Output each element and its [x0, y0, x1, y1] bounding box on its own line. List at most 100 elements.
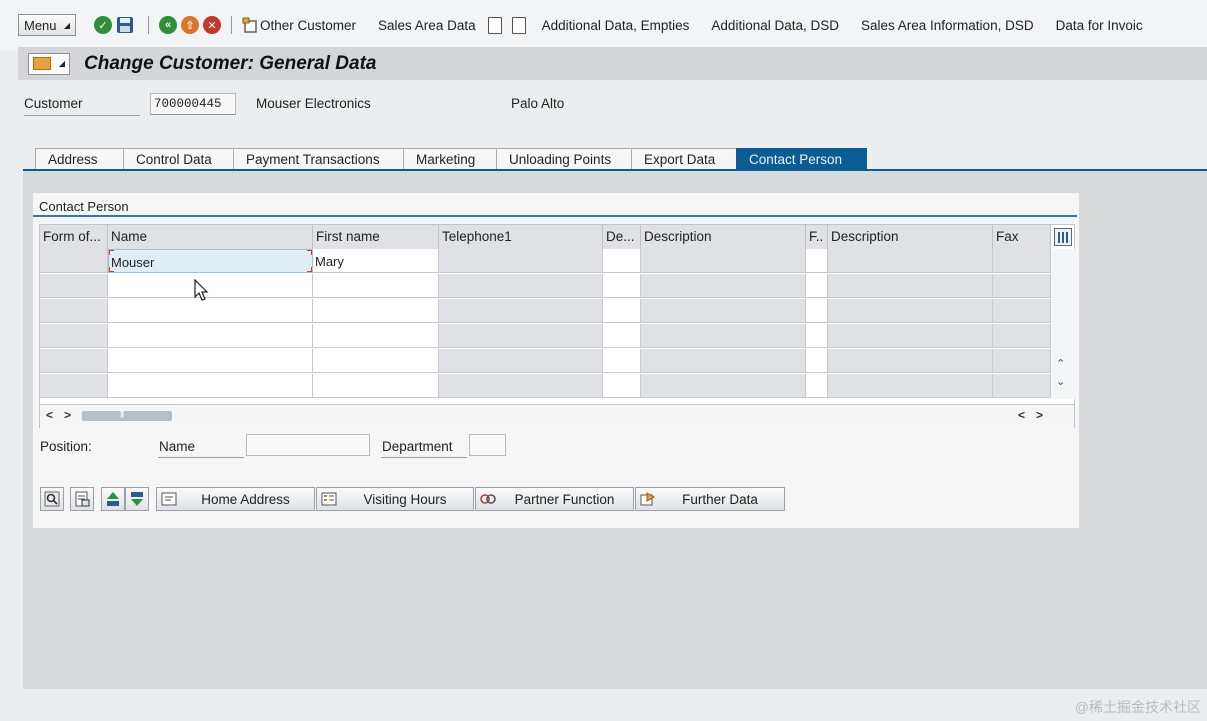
cell-first-name[interactable] — [313, 374, 439, 398]
cell-function[interactable] — [806, 349, 828, 373]
cell-function-description[interactable] — [828, 299, 993, 323]
horizontal-scrollbar[interactable] — [40, 404, 1074, 428]
scroll-left-icon[interactable]: < — [1018, 408, 1025, 422]
cell-telephone1[interactable] — [439, 274, 603, 298]
cell-fax[interactable] — [993, 374, 1051, 398]
cell-fax[interactable] — [993, 299, 1051, 323]
column-header-function-description[interactable]: Description — [828, 225, 993, 249]
scroll-down-icon[interactable]: ⌄ — [1056, 375, 1065, 388]
cell-first-name[interactable] — [313, 349, 439, 373]
cell-function-description[interactable] — [828, 374, 993, 398]
delete-row-button[interactable] — [70, 487, 94, 511]
cell-description[interactable] — [641, 349, 806, 373]
position-name-field[interactable] — [246, 434, 370, 456]
additional-data-empties-link[interactable]: Additional Data, Empties — [542, 18, 690, 33]
column-header-form-of-address[interactable]: Form of... — [40, 225, 108, 249]
cell-department[interactable] — [603, 374, 641, 398]
tab-control-data[interactable]: Control Data — [123, 148, 233, 170]
cell-description[interactable] — [641, 374, 806, 398]
scroll-right-icon[interactable]: > — [1036, 408, 1043, 422]
save-icon[interactable] — [116, 16, 134, 34]
cell-fax[interactable] — [993, 324, 1051, 348]
customer-number-field[interactable]: 700000445 — [150, 93, 236, 115]
further-data-button[interactable]: Further Data — [635, 487, 785, 511]
cell-function[interactable] — [806, 324, 828, 348]
details-magnifier-button[interactable] — [40, 487, 64, 511]
column-header-telephone1[interactable]: Telephone1 — [439, 225, 603, 249]
horizontal-scroll-thumb[interactable] — [82, 409, 172, 421]
scroll-left-icon[interactable]: < — [46, 408, 53, 422]
cell-function[interactable] — [806, 249, 828, 273]
menu-button[interactable]: Menu ◢ — [18, 14, 76, 36]
cell-name[interactable] — [108, 349, 313, 373]
column-header-name[interactable]: Name — [108, 225, 313, 249]
cell-function[interactable] — [806, 374, 828, 398]
cell-telephone1[interactable] — [439, 324, 603, 348]
cell-form-of-address[interactable] — [40, 274, 108, 298]
cell-telephone1[interactable] — [439, 249, 603, 273]
cell-form-of-address[interactable] — [40, 299, 108, 323]
scroll-up-icon[interactable]: ⌃ — [1056, 357, 1065, 370]
system-menu-button[interactable]: ◢ — [28, 52, 70, 75]
cell-first-name[interactable]: Mary — [313, 249, 439, 273]
cell-first-name[interactable] — [313, 274, 439, 298]
cell-department[interactable] — [603, 349, 641, 373]
visiting-hours-button[interactable]: Visiting Hours — [316, 487, 474, 511]
tab-export-data[interactable]: Export Data — [631, 148, 736, 170]
other-customer-link[interactable]: Other Customer — [260, 18, 356, 33]
document-arrow-icon[interactable] — [511, 16, 526, 34]
cell-department[interactable] — [603, 249, 641, 273]
cell-telephone1[interactable] — [439, 299, 603, 323]
cell-first-name[interactable] — [313, 299, 439, 323]
cell-form-of-address[interactable] — [40, 324, 108, 348]
cell-form-of-address[interactable] — [40, 249, 108, 273]
column-header-function[interactable]: F.. — [806, 225, 828, 249]
additional-data-dsd-link[interactable]: Additional Data, DSD — [711, 18, 839, 33]
sales-area-data-link[interactable]: Sales Area Data — [378, 18, 476, 33]
cell-first-name[interactable] — [313, 324, 439, 348]
cell-telephone1[interactable] — [439, 374, 603, 398]
data-for-invoice-link[interactable]: Data for Invoic — [1056, 18, 1143, 33]
cell-function[interactable] — [806, 299, 828, 323]
cell-name[interactable] — [108, 299, 313, 323]
cell-department[interactable] — [603, 324, 641, 348]
cell-function-description[interactable] — [828, 349, 993, 373]
cell-fax[interactable] — [993, 274, 1051, 298]
cancel-icon[interactable]: ✕ — [203, 16, 221, 34]
column-header-department[interactable]: De... — [603, 225, 641, 249]
cell-form-of-address[interactable] — [40, 349, 108, 373]
cell-description[interactable] — [641, 299, 806, 323]
cell-name[interactable]: Mouser — [108, 249, 313, 273]
home-address-button[interactable]: Home Address — [156, 487, 315, 511]
document-refresh-icon[interactable] — [487, 16, 502, 34]
cell-fax[interactable] — [993, 349, 1051, 373]
cell-telephone1[interactable] — [439, 349, 603, 373]
partner-function-button[interactable]: Partner Function — [475, 487, 634, 511]
cell-department[interactable] — [603, 274, 641, 298]
cell-function-description[interactable] — [828, 274, 993, 298]
cell-description[interactable] — [641, 274, 806, 298]
department-field[interactable] — [469, 434, 506, 456]
sort-descending-button[interactable] — [125, 487, 149, 511]
cell-fax[interactable] — [993, 249, 1051, 273]
cell-form-of-address[interactable] — [40, 374, 108, 398]
cell-department[interactable] — [603, 299, 641, 323]
cell-name[interactable] — [108, 274, 313, 298]
table-settings-icon[interactable] — [1054, 228, 1072, 246]
cell-function-description[interactable] — [828, 324, 993, 348]
back-icon[interactable]: « — [159, 16, 177, 34]
tab-address[interactable]: Address — [35, 148, 123, 170]
scroll-right-icon[interactable]: > — [64, 408, 71, 422]
tab-marketing[interactable]: Marketing — [403, 148, 496, 170]
sales-area-information-dsd-link[interactable]: Sales Area Information, DSD — [861, 18, 1034, 33]
cell-description[interactable] — [641, 249, 806, 273]
other-customer-icon[interactable] — [242, 17, 258, 33]
exit-icon[interactable]: ⇧ — [181, 16, 199, 34]
column-header-fax[interactable]: Fax — [993, 225, 1051, 249]
sort-ascending-button[interactable] — [101, 487, 125, 511]
cell-function-description[interactable] — [828, 249, 993, 273]
column-header-description[interactable]: Description — [641, 225, 806, 249]
column-header-first-name[interactable]: First name — [313, 225, 439, 249]
cell-name[interactable] — [108, 324, 313, 348]
tab-payment-transactions[interactable]: Payment Transactions — [233, 148, 403, 170]
